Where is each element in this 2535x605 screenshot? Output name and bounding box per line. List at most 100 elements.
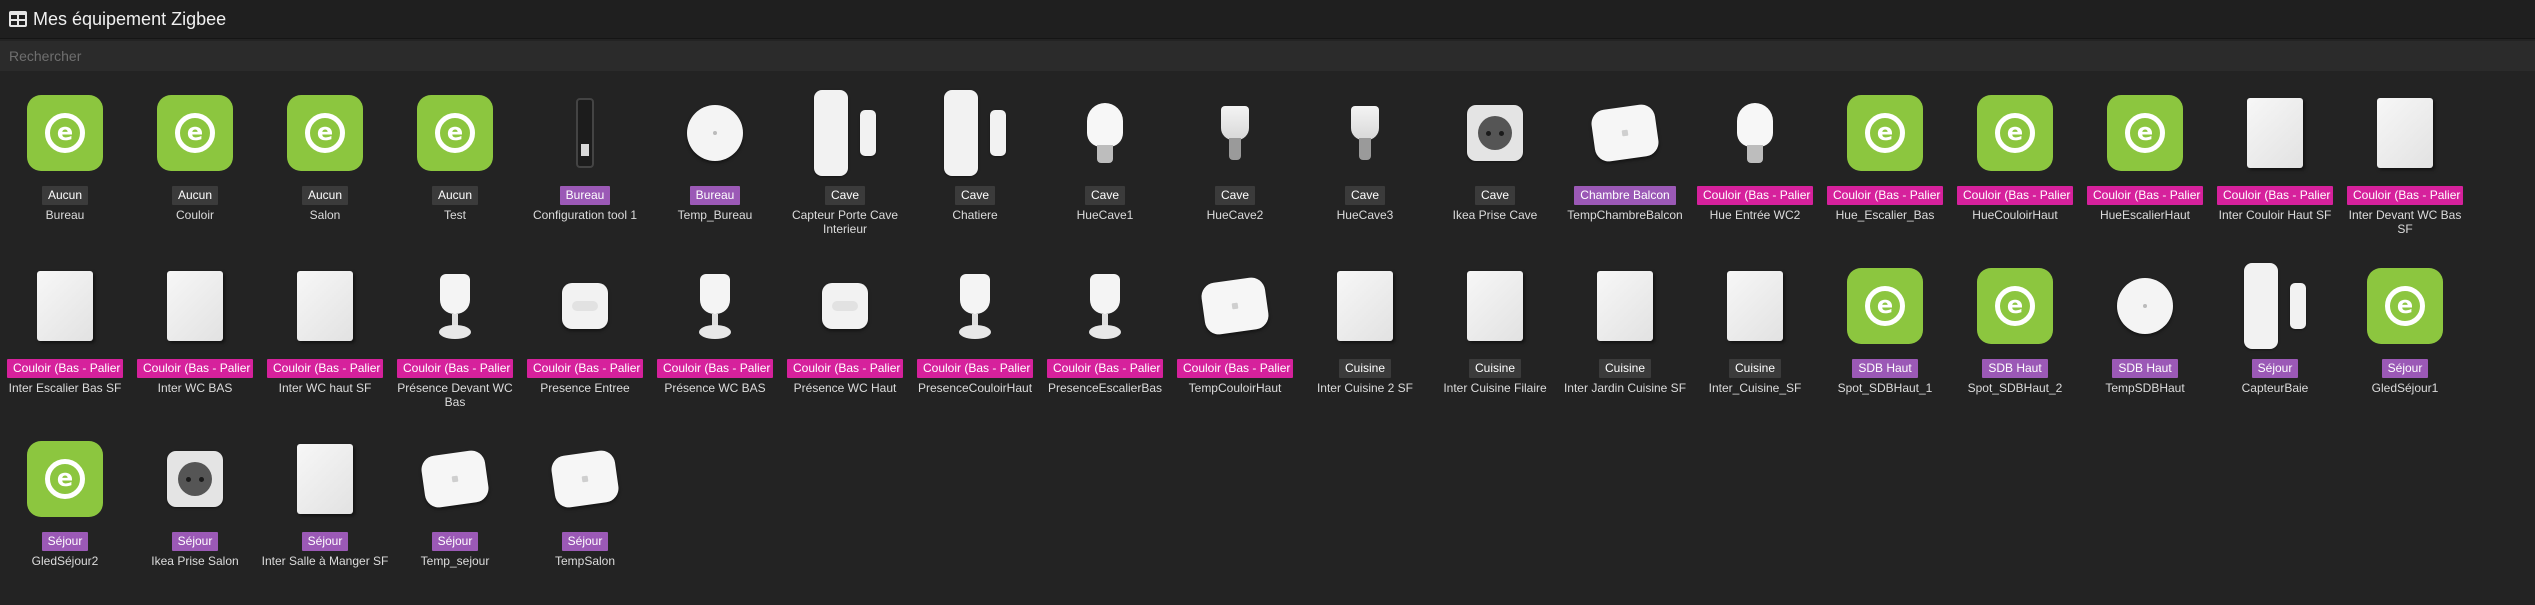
device-card[interactable]: e Couloir (Bas - Palier - HueEscalierHaut <box>2080 86 2210 259</box>
device-name: HueCave3 <box>1336 208 1394 222</box>
device-card[interactable]: Séjour Inter Salle à Manger SF <box>260 432 390 605</box>
device-name: Inter Jardin Cuisine SF <box>1563 381 1687 395</box>
room-badge: Cuisine <box>1728 359 1782 378</box>
device-card[interactable]: e Aucun Bureau <box>0 86 130 259</box>
spot-bulb-icon <box>1190 86 1280 180</box>
device-name: Inter_Cuisine_SF <box>1708 381 1802 395</box>
room-badge: Couloir (Bas - Palier - <box>1957 186 2073 205</box>
motion-sensor-icon <box>670 259 760 353</box>
temp-sensor-icon <box>410 432 500 526</box>
device-card[interactable]: Couloir (Bas - Palier - Hue Entrée WC2 <box>1690 86 1820 259</box>
device-card[interactable]: Cuisine Inter Cuisine Filaire <box>1430 259 1560 432</box>
cube-sensor-icon <box>800 259 890 353</box>
device-card[interactable]: Cave Chatiere <box>910 86 1040 259</box>
door-sensor-icon <box>800 86 890 180</box>
device-name: TempCouloirHaut <box>1188 381 1282 395</box>
device-card[interactable]: Cuisine Inter_Cuisine_SF <box>1690 259 1820 432</box>
room-badge: Couloir (Bas - Palier - <box>397 359 513 378</box>
device-card[interactable]: e Aucun Salon <box>260 86 390 259</box>
door-sensor-icon <box>930 86 1020 180</box>
wall-switch-icon <box>2360 86 2450 180</box>
device-card[interactable]: Couloir (Bas - Palier - Inter WC BAS <box>130 259 260 432</box>
round-sensor-icon <box>670 86 760 180</box>
device-name: Chatiere <box>952 208 998 222</box>
device-name: Présence WC Haut <box>793 381 897 395</box>
room-badge: SDB Haut <box>1982 359 2048 378</box>
room-badge: Cave <box>1214 186 1255 205</box>
room-badge: Séjour <box>2251 359 2299 378</box>
search-input[interactable] <box>0 41 2535 71</box>
device-name: PresenceEscalierBas <box>1047 381 1163 395</box>
device-card[interactable]: Cave HueCave1 <box>1040 86 1170 259</box>
eqlogic-icon: e <box>280 86 370 180</box>
wall-switch-icon <box>20 259 110 353</box>
device-card[interactable]: Cuisine Inter Jardin Cuisine SF <box>1560 259 1690 432</box>
spot-bulb-icon <box>1320 86 1410 180</box>
eqlogic-icon: e <box>2100 86 2190 180</box>
device-card[interactable]: Couloir (Bas - Palier - Inter Couloir Hau… <box>2210 86 2340 259</box>
room-badge: Cuisine <box>1598 359 1652 378</box>
device-card[interactable]: SDB Haut TempSDBHaut <box>2080 259 2210 432</box>
device-card[interactable]: Bureau Configuration tool 1 <box>520 86 650 259</box>
device-card[interactable]: Cave HueCave3 <box>1300 86 1430 259</box>
device-card[interactable]: e Aucun Couloir <box>130 86 260 259</box>
device-card[interactable]: Couloir (Bas - Palier - Présence WC BAS <box>650 259 780 432</box>
device-card[interactable]: Cave Ikea Prise Cave <box>1430 86 1560 259</box>
device-card[interactable]: Couloir (Bas - Palier - Présence WC Haut <box>780 259 910 432</box>
device-name: Presence Entree <box>540 381 630 395</box>
room-badge: Séjour <box>561 532 609 551</box>
device-card[interactable]: Couloir (Bas - Palier - Présence Devant W… <box>390 259 520 432</box>
device-card[interactable]: Cuisine Inter Cuisine 2 SF <box>1300 259 1430 432</box>
device-card[interactable]: Couloir (Bas - Palier - Inter WC haut SF <box>260 259 390 432</box>
eqlogic-icon: e <box>1840 86 1930 180</box>
device-name: TempSalon <box>554 554 616 568</box>
room-badge: Cave <box>954 186 995 205</box>
device-card[interactable]: Couloir (Bas - Palier - TempCouloirHaut <box>1170 259 1300 432</box>
room-badge: Cave <box>1084 186 1125 205</box>
temp-sensor-icon <box>540 432 630 526</box>
device-card[interactable]: Chambre Balcon TempChambreBalcon <box>1560 86 1690 259</box>
device-card[interactable]: e Couloir (Bas - Palier - HueCouloirHaut <box>1950 86 2080 259</box>
page-title: Mes équipement Zigbee <box>33 8 227 29</box>
device-name: Inter WC haut SF <box>278 381 372 395</box>
device-card[interactable]: Couloir (Bas - Palier - Inter Escalier Ba… <box>0 259 130 432</box>
bulb-icon <box>1710 86 1800 180</box>
device-card[interactable]: Séjour Ikea Prise Salon <box>130 432 260 605</box>
device-card[interactable]: Séjour CapteurBaie <box>2210 259 2340 432</box>
round-sensor-icon <box>2100 259 2190 353</box>
device-name: HueCave1 <box>1076 208 1134 222</box>
bulb-icon <box>1060 86 1150 180</box>
device-card[interactable]: Séjour TempSalon <box>520 432 650 605</box>
device-name: Salon <box>309 208 341 222</box>
device-card[interactable]: Séjour Temp_sejour <box>390 432 520 605</box>
device-name: Spot_SDBHaut_2 <box>1967 381 2063 395</box>
device-name: TempChambreBalcon <box>1567 208 1683 222</box>
device-card[interactable]: Cave Capteur Porte Cave Interieur <box>780 86 910 259</box>
room-badge: Cave <box>1474 186 1515 205</box>
device-card[interactable]: e Aucun Test <box>390 86 520 259</box>
room-badge: Couloir (Bas - Palier - <box>1177 359 1293 378</box>
device-card[interactable]: Cave HueCave2 <box>1170 86 1300 259</box>
device-name: Inter Escalier Bas SF <box>8 381 122 395</box>
device-card[interactable]: Couloir (Bas - Palier - Inter Devant WC B… <box>2340 86 2470 259</box>
device-name: Capteur Porte Cave Interieur <box>791 208 899 236</box>
device-card[interactable]: e Séjour GledSéjour1 <box>2340 259 2470 432</box>
device-card[interactable]: e Couloir (Bas - Palier - Hue_Escalier_Bas <box>1820 86 1950 259</box>
device-card[interactable]: Bureau Temp_Bureau <box>650 86 780 259</box>
device-card[interactable]: e SDB Haut Spot_SDBHaut_2 <box>1950 259 2080 432</box>
device-name: Inter Couloir Haut SF <box>2218 208 2332 222</box>
device-card[interactable]: e Séjour GledSéjour2 <box>0 432 130 605</box>
device-card[interactable]: Couloir (Bas - Palier - PresenceCouloirHa… <box>910 259 1040 432</box>
device-name: Temp_Bureau <box>677 208 753 222</box>
room-badge: Couloir (Bas - Palier - <box>7 359 123 378</box>
device-name: Couloir <box>175 208 214 222</box>
room-badge: Couloir (Bas - Palier - <box>787 359 903 378</box>
page-header: Mes équipement Zigbee <box>0 0 2535 39</box>
device-card[interactable]: e SDB Haut Spot_SDBHaut_1 <box>1820 259 1950 432</box>
room-badge: Séjour <box>431 532 479 551</box>
device-card[interactable]: Couloir (Bas - Palier - Presence Entree <box>520 259 650 432</box>
device-card[interactable]: Couloir (Bas - Palier - PresenceEscalierB… <box>1040 259 1170 432</box>
room-badge: Couloir (Bas - Palier - <box>1047 359 1163 378</box>
plug-icon <box>1450 86 1540 180</box>
room-badge: SDB Haut <box>2112 359 2178 378</box>
